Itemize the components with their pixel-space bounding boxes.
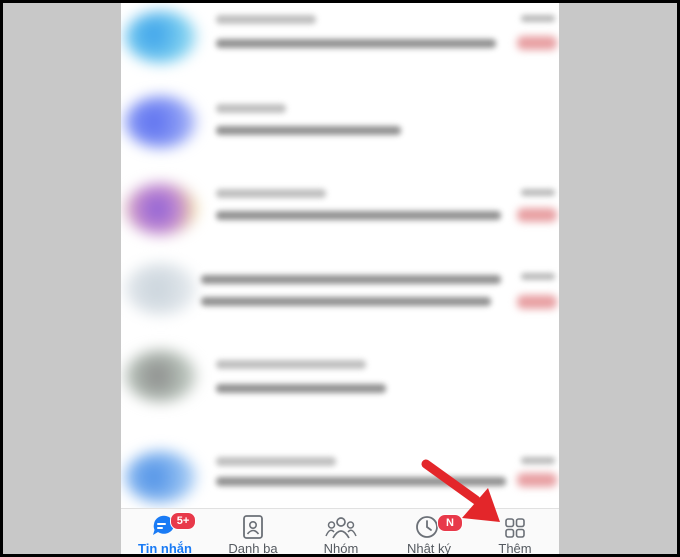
avatar <box>125 451 197 503</box>
conversation-preview <box>216 39 496 48</box>
conversation-time <box>521 189 555 196</box>
conversation-name <box>201 275 501 284</box>
conversation-time <box>521 15 555 22</box>
avatar <box>125 183 197 235</box>
conversation-name <box>216 15 316 24</box>
unread-badge <box>517 208 557 222</box>
conversation-row[interactable] <box>121 88 559 168</box>
tab-timeline-label: Nhật ký <box>406 541 452 554</box>
tab-messages[interactable]: 5+ Tin nhắn <box>121 509 209 554</box>
conversation-name <box>216 457 336 466</box>
unread-messages-badge: 5+ <box>170 512 196 530</box>
conversation-name <box>216 360 366 369</box>
avatar <box>125 11 197 63</box>
conversation-preview <box>216 126 401 135</box>
unread-badge <box>517 295 557 309</box>
tab-groups-label: Nhóm <box>323 541 359 554</box>
unread-badge <box>517 36 557 50</box>
tab-contacts-label: Danh bạ <box>228 541 278 554</box>
conversation-row[interactable] <box>121 181 559 261</box>
conversation-time <box>521 273 555 280</box>
conversation-row[interactable] <box>121 348 559 428</box>
conversation-time <box>521 457 555 464</box>
conversation-name <box>216 189 326 198</box>
avatar <box>125 96 197 148</box>
tab-groups[interactable]: Nhóm <box>297 509 385 554</box>
screenshot-frame: 5+ Tin nhắn Danh bạ Nhóm N Nhật ký Thêm <box>3 3 677 554</box>
conversation-preview <box>216 211 501 220</box>
avatar <box>125 263 197 315</box>
conversation-preview <box>201 297 491 306</box>
conversation-row[interactable] <box>121 3 559 83</box>
tab-contacts[interactable]: Danh bạ <box>209 509 297 554</box>
conversation-row[interactable] <box>121 261 559 341</box>
avatar <box>125 350 197 402</box>
group-people-icon <box>325 514 357 542</box>
tab-messages-label: Tin nhắn <box>138 541 192 554</box>
conversation-name <box>216 104 286 113</box>
conversation-list[interactable] <box>121 3 559 508</box>
contact-card-icon <box>237 514 269 542</box>
tab-more-label: Thêm <box>498 541 532 554</box>
unread-badge <box>517 473 557 487</box>
conversation-preview <box>216 384 386 393</box>
red-arrow-icon <box>418 458 518 533</box>
